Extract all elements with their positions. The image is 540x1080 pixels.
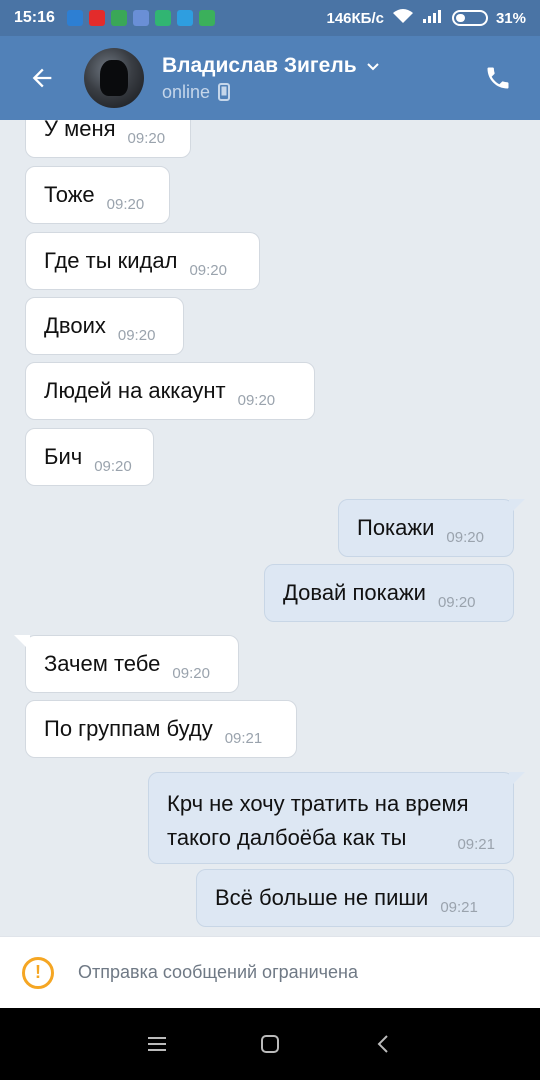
message-incoming[interactable]: Бич 09:20 [25, 428, 154, 486]
message-time: 09:20 [446, 529, 484, 546]
message-text-line-1: Крч не хочу тратить на время [167, 791, 469, 816]
play-store-notification-icon-3 [198, 10, 215, 26]
message-time: 09:20 [106, 196, 145, 213]
contact-info[interactable]: Владислав Зигель online [162, 54, 381, 103]
message-text: Крч не хочу тратить на время такого далб… [167, 787, 469, 855]
network-speed: 146КБ/с [326, 9, 384, 27]
menu-button[interactable] [127, 1014, 187, 1074]
message-outgoing[interactable]: Всё больше не пиши 09:21 [196, 869, 514, 927]
bubble-tail [509, 772, 525, 788]
back-nav-button[interactable] [353, 1014, 413, 1074]
back-chevron-icon [377, 1035, 389, 1053]
call-button[interactable] [456, 36, 540, 120]
avatar[interactable] [84, 48, 144, 108]
warning-icon: ! [22, 956, 54, 989]
message-text: Довай покажи [283, 580, 426, 605]
message-text-line-2: такого далбоёба как ты [167, 825, 407, 850]
play-store-notification-icon [154, 10, 171, 26]
system-navigation-bar [0, 1008, 540, 1080]
back-arrow-icon [32, 68, 52, 88]
status-bar: 15:16 146КБ/с 31% [0, 0, 540, 36]
chat-header: Владислав Зигель online [0, 36, 540, 120]
message-time: 09:21 [457, 836, 495, 853]
status-time: 15:16 [14, 9, 55, 26]
bubble-tail [14, 635, 30, 651]
message-incoming[interactable]: Зачем тебе 09:20 [14, 635, 239, 693]
message-text: По группам буду [44, 716, 213, 741]
messenger-notification-icon [66, 10, 83, 26]
home-icon [260, 1035, 279, 1053]
message-incoming[interactable]: Двоих 09:20 [25, 297, 184, 355]
battery-percent: 31% [495, 9, 526, 27]
bubble-tail [509, 499, 525, 515]
home-button[interactable] [240, 1014, 300, 1074]
message-text: Всё больше не пиши [215, 885, 429, 910]
message-time: 09:21 [224, 730, 263, 747]
contact-status: online [162, 81, 211, 102]
message-time: 09:20 [237, 392, 276, 409]
message-time: 09:21 [440, 899, 478, 916]
message-time: 09:20 [117, 327, 156, 344]
message-text: Людей на аккаунт [44, 378, 226, 403]
message-time: 09:20 [189, 262, 227, 279]
phone-device-icon [218, 83, 231, 101]
phone-call-icon [487, 67, 509, 89]
message-text: У меня [44, 120, 116, 141]
message-list[interactable]: У меня 09:20 Тоже 09:20 Где ты кидал 09:… [0, 120, 540, 936]
message-text: Тоже [44, 182, 95, 207]
vk-notification-icon [132, 10, 149, 26]
contact-name: Владислав Зигель [162, 53, 357, 77]
message-text: Покажи [357, 515, 435, 540]
youtube-notification-icon [88, 10, 105, 26]
restriction-text: Отправка сообщений ограничена [78, 962, 358, 982]
message-incoming[interactable]: У меня 09:20 [25, 120, 191, 158]
message-outgoing[interactable]: Довай покажи 09:20 [264, 564, 514, 622]
signal-icon [422, 8, 444, 28]
messaging-restricted-banner: ! Отправка сообщений ограничена [0, 936, 540, 1008]
back-button[interactable] [0, 36, 84, 120]
message-text: Где ты кидал [44, 248, 178, 273]
message-time: 09:20 [437, 594, 476, 611]
maps-notification-icon [110, 10, 127, 26]
play-store-notification-icon-2 [176, 10, 193, 26]
message-text: Двоих [44, 313, 106, 338]
message-text: Зачем тебе [44, 651, 161, 676]
message-outgoing[interactable]: Покажи 09:20 [338, 499, 525, 557]
message-time: 09:20 [94, 458, 132, 475]
menu-icon [147, 1037, 166, 1051]
message-time: 09:20 [127, 130, 166, 147]
battery-icon [451, 10, 488, 26]
message-text: Бич [44, 444, 83, 469]
notification-icons [66, 10, 215, 26]
message-incoming[interactable]: Людей на аккаунт 09:20 [25, 362, 315, 420]
wifi-icon [392, 8, 414, 28]
message-incoming[interactable]: Тоже 09:20 [25, 166, 170, 224]
message-time: 09:20 [172, 665, 210, 682]
chevron-down-icon [366, 62, 379, 70]
message-incoming[interactable]: По группам буду 09:21 [25, 700, 297, 758]
message-outgoing[interactable]: Крч не хочу тратить на время такого далб… [148, 772, 525, 864]
message-incoming[interactable]: Где ты кидал 09:20 [25, 232, 260, 290]
